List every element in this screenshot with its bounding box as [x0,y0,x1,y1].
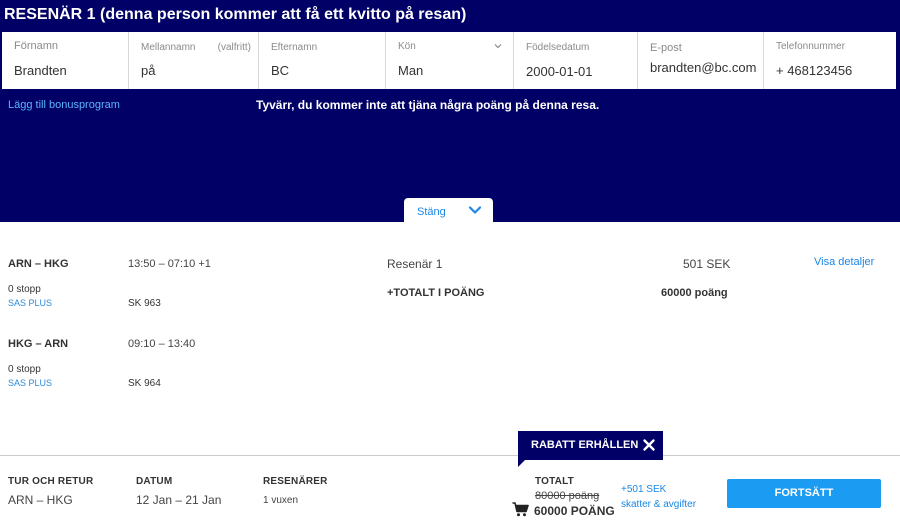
final-points: 60000 POÄNG [534,504,615,518]
email-value: brandten@bc.com [650,60,757,75]
birth-date-field[interactable]: Födelsedatum 2000-01-01 [514,32,638,89]
fare-class: SAS PLUS [8,298,53,308]
gender-value: Man [398,63,424,78]
passenger-title: RESENÄR 1 (denna person kommer att få et… [4,6,467,23]
discount-label: RABATT ERHÅLLEN [531,439,639,451]
last-name-field[interactable]: Efternamn BC [259,32,386,89]
continue-label: FORTSÄTT [774,487,834,499]
chevron-down-icon [494,44,502,49]
passenger-price: 501 SEK [683,257,731,271]
passenger-form: Förnamn Brandten Mellannamn (valfritt) p… [2,32,896,89]
continue-button[interactable]: FORTSÄTT [727,479,881,508]
flight-route: ARN – HKG [8,258,69,270]
phone-label: Telefonnummer [776,41,845,52]
first-name-label: Förnamn [14,40,59,52]
flight-number: SK 963 [128,298,161,309]
flight-stops: 0 stopp [8,284,41,295]
close-label: Stäng [417,206,446,218]
badge-tail [518,459,526,467]
gender-label: Kön [398,41,416,52]
birth-date-label: Födelsedatum [526,42,590,53]
no-points-message: Tyvärr, du kommer inte att tjäna några p… [256,98,600,112]
phone-value: + 468123456 [776,63,853,78]
divider [0,455,900,456]
email-field[interactable]: E-post brandten@bc.com [638,32,764,89]
middle-name-label: Mellannamn [141,42,196,53]
birth-date-value: 2000-01-01 [526,64,593,79]
date-value: 12 Jan – 21 Jan [136,493,222,507]
flight-time: 13:50 – 07:10 +1 [128,258,211,270]
show-details-link[interactable]: Visa detaljer [814,256,874,268]
passenger-panel: RESENÄR 1 (denna person kommer att få et… [0,0,900,223]
first-name-field[interactable]: Förnamn Brandten [2,32,129,89]
passenger-label: Resenär 1 [387,257,443,271]
last-name-label: Efternamn [271,42,318,53]
chevron-down-icon [468,206,482,214]
fare-class: SAS PLUS [8,378,53,388]
date-label: DATUM [136,476,173,487]
total-points-value: 60000 poäng [661,287,728,299]
trip-type-label: TUR OCH RETUR [8,476,94,487]
middle-name-value: på [141,63,156,78]
last-name-value: BC [271,63,290,78]
optional-note: (valfritt) [217,42,251,53]
fee-label[interactable]: skatter & avgifter [621,499,696,510]
email-label: E-post [650,42,682,54]
close-icon[interactable] [642,438,656,452]
gender-select[interactable]: Kön Man [386,32,514,89]
total-points-label: +TOTALT I POÄNG [387,287,485,299]
add-bonus-program-link[interactable]: Lägg till bonusprogram [8,99,120,111]
flight-stops: 0 stopp [8,364,41,375]
total-label: TOTALT [535,476,574,487]
discount-badge: RABATT ERHÅLLEN [518,431,663,460]
travellers-label: RESENÄRER [263,476,328,487]
phone-field[interactable]: Telefonnummer + 468123456 [764,32,896,89]
middle-name-field[interactable]: Mellannamn (valfritt) på [129,32,259,89]
flight-time: 09:10 – 13:40 [128,338,196,350]
travellers-value: 1 vuxen [263,495,299,506]
trip-route-value: ARN – HKG [8,493,73,507]
close-passenger-panel-button[interactable]: Stäng [404,198,493,223]
cart-icon [512,502,529,517]
flight-number: SK 964 [128,378,161,389]
original-points: 80000 poäng [535,490,600,502]
first-name-value: Brandten [14,63,67,78]
flight-route: HKG – ARN [8,338,69,350]
fee-amount[interactable]: +501 SEK [621,484,666,495]
